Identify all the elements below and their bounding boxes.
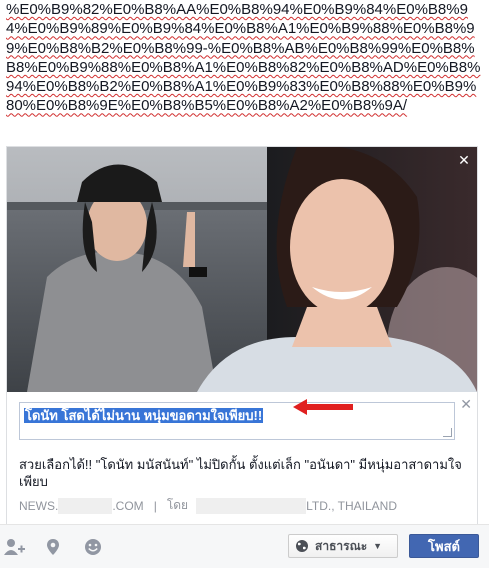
preview-photo (7, 147, 477, 392)
resize-grip-icon[interactable] (443, 428, 452, 437)
redacted-block (58, 497, 113, 514)
link-preview-card: ✕ โดนัท โสดได้ไม่นาน หนุ่มขอดามใจเพียบ!!… (6, 146, 478, 526)
globe-icon (296, 540, 308, 552)
audience-selector-button[interactable]: สาธารณะ ▼ (288, 534, 398, 558)
post-button[interactable]: โพสต์ (409, 534, 479, 558)
by-label: โดย (166, 498, 189, 512)
redacted-author (196, 497, 307, 514)
remove-title-icon[interactable]: ✕ (460, 396, 472, 413)
smiley-icon[interactable] (84, 538, 102, 556)
audience-label: สาธารณะ (315, 538, 368, 553)
caret-down-icon: ▼ (373, 541, 383, 551)
person-plus-icon[interactable] (4, 538, 26, 556)
link-description[interactable]: สวยเลือกได้!! "โดนัท มนัสนันท์" ไม่ปิดกั… (7, 448, 477, 490)
red-arrow-icon (293, 399, 353, 415)
author-suffix: LTD., THAILAND (306, 498, 398, 513)
link-preview-image: ✕ (7, 147, 477, 392)
composer-footer: สาธารณะ ▼ โพสต์ (0, 524, 489, 568)
map-pin-icon[interactable] (46, 538, 60, 556)
link-title-input[interactable]: โดนัท โสดได้ไม่นาน หนุ่มขอดามใจเพียบ!! (19, 402, 455, 440)
source-separator: | (153, 498, 157, 513)
title-edit-area: โดนัท โสดได้ไม่นาน หนุ่มขอดามใจเพียบ!! ✕ (7, 392, 477, 448)
link-source: NEWS. .COM | โดย LTD., THAILAND (7, 490, 477, 525)
status-text-area[interactable]: %E0%B9%82%E0%B8%AA%E0%B8%94%E0%B9%84%E0%… (6, 0, 484, 116)
link-title-text: โดนัท โสดได้ไม่นาน หนุ่มขอดามใจเพียบ!! (24, 408, 264, 423)
remove-preview-icon[interactable]: ✕ (457, 153, 471, 167)
source-domain-prefix: NEWS. (19, 498, 59, 513)
source-domain-suffix: .COM (112, 498, 144, 513)
